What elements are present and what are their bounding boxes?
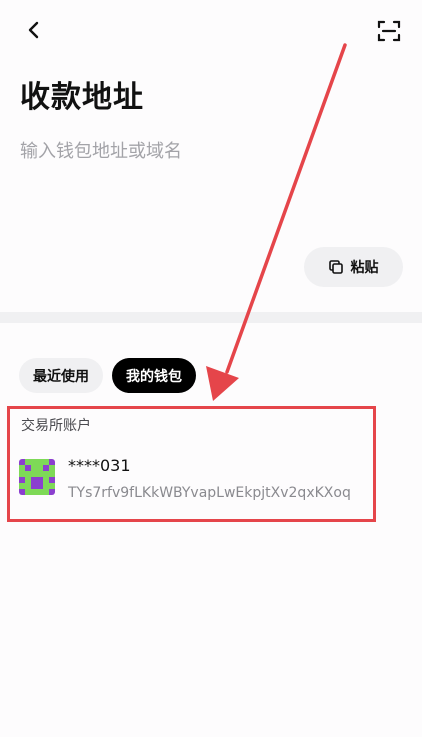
account-address: TYs7rfv9fLKkWBYvapLwEkpjtXv2qxKXoq bbox=[68, 485, 351, 501]
avatar bbox=[19, 459, 55, 495]
account-name: ****031 bbox=[68, 456, 131, 475]
paste-label: 粘贴 bbox=[350, 260, 379, 276]
page-title: 收款地址 bbox=[20, 80, 144, 115]
back-button[interactable] bbox=[22, 18, 46, 42]
exchange-accounts-label: 交易所账户 bbox=[21, 418, 91, 434]
address-input[interactable] bbox=[20, 136, 400, 166]
scan-button[interactable] bbox=[376, 18, 402, 44]
section-divider bbox=[0, 312, 422, 323]
tab-recent[interactable]: 最近使用 bbox=[19, 358, 103, 393]
account-list-item[interactable]: ****031 TYs7rfv9fLKkWBYvapLwEkpjtXv2qxKX… bbox=[19, 455, 379, 505]
wallet-tabs: 最近使用 我的钱包 bbox=[19, 358, 196, 393]
scan-icon bbox=[377, 20, 401, 42]
paste-button[interactable]: 粘贴 bbox=[304, 247, 403, 287]
copy-icon bbox=[328, 260, 343, 274]
chevron-left-icon bbox=[28, 21, 39, 39]
tab-my-wallet[interactable]: 我的钱包 bbox=[112, 358, 196, 393]
